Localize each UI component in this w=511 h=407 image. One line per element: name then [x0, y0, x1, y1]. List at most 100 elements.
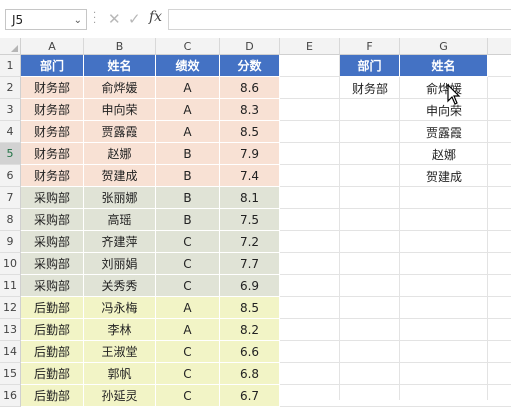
row-header-2[interactable]: 2	[0, 77, 21, 99]
table-grade-cell[interactable]: B	[156, 143, 220, 165]
table-name-cell[interactable]: 冯永梅	[84, 297, 156, 319]
table-dept-cell[interactable]: 财务部	[21, 165, 84, 187]
row-header-3[interactable]: 3	[0, 99, 21, 121]
cancel-icon[interactable]: ✕	[108, 10, 121, 28]
table-dept-cell[interactable]: 后勤部	[21, 363, 84, 385]
table-score-cell[interactable]: 7.7	[220, 253, 280, 275]
table-name-cell[interactable]: 关秀秀	[84, 275, 156, 297]
result-dept-cell[interactable]: 财务部	[340, 77, 400, 99]
row-header-16[interactable]: 16	[0, 385, 21, 407]
row-header-15[interactable]: 15	[0, 363, 21, 385]
table-dept-cell[interactable]: 采购部	[21, 275, 84, 297]
table-dept-cell[interactable]: 财务部	[21, 143, 84, 165]
table-grade-cell[interactable]: A	[156, 297, 220, 319]
table-score-cell[interactable]: 7.5	[220, 209, 280, 231]
table-grade-cell[interactable]: C	[156, 341, 220, 363]
column-header-b[interactable]: B	[84, 38, 156, 55]
row-header-9[interactable]: 9	[0, 231, 21, 253]
table-name-cell[interactable]: 赵娜	[84, 143, 156, 165]
result-name-cell[interactable]: 贾露霞	[400, 121, 488, 143]
table-grade-cell[interactable]: B	[156, 165, 220, 187]
result-header-name[interactable]: 姓名	[400, 55, 488, 77]
table-dept-cell[interactable]: 采购部	[21, 253, 84, 275]
row-header-12[interactable]: 12	[0, 297, 21, 319]
table-score-cell[interactable]: 7.9	[220, 143, 280, 165]
table-score-cell[interactable]: 7.2	[220, 231, 280, 253]
table-dept-cell[interactable]: 采购部	[21, 187, 84, 209]
row-header-13[interactable]: 13	[0, 319, 21, 341]
table-score-cell[interactable]: 7.4	[220, 165, 280, 187]
drag-handle-icon[interactable]: · · ·	[93, 9, 97, 29]
table-grade-cell[interactable]: A	[156, 99, 220, 121]
table-grade-cell[interactable]: A	[156, 121, 220, 143]
table-name-cell[interactable]: 贾露霞	[84, 121, 156, 143]
name-box[interactable]: J5 ⌄	[5, 9, 87, 30]
table-header-name[interactable]: 姓名	[84, 55, 156, 77]
table-grade-cell[interactable]: C	[156, 363, 220, 385]
row-header-4[interactable]: 4	[0, 121, 21, 143]
table-grade-cell[interactable]: C	[156, 275, 220, 297]
row-header-5[interactable]: 5	[0, 143, 21, 165]
table-grade-cell[interactable]: A	[156, 319, 220, 341]
table-name-cell[interactable]: 刘丽娟	[84, 253, 156, 275]
table-score-cell[interactable]: 6.7	[220, 385, 280, 407]
table-dept-cell[interactable]: 后勤部	[21, 297, 84, 319]
result-name-cell[interactable]: 贺建成	[400, 165, 488, 187]
column-header-d[interactable]: D	[220, 38, 280, 55]
table-name-cell[interactable]: 张丽娜	[84, 187, 156, 209]
table-dept-cell[interactable]: 后勤部	[21, 385, 84, 407]
table-header-score[interactable]: 分数	[220, 55, 280, 77]
table-dept-cell[interactable]: 财务部	[21, 99, 84, 121]
row-header-7[interactable]: 7	[0, 187, 21, 209]
row-header-8[interactable]: 8	[0, 209, 21, 231]
table-dept-cell[interactable]: 采购部	[21, 209, 84, 231]
table-header-grade[interactable]: 绩效	[156, 55, 220, 77]
table-dept-cell[interactable]: 后勤部	[21, 341, 84, 363]
confirm-icon[interactable]: ✓	[128, 10, 141, 28]
table-grade-cell[interactable]: C	[156, 385, 220, 407]
table-name-cell[interactable]: 高瑶	[84, 209, 156, 231]
table-dept-cell[interactable]: 财务部	[21, 77, 84, 99]
column-header-g[interactable]: G	[400, 38, 488, 55]
column-header-e[interactable]: E	[280, 38, 340, 55]
table-score-cell[interactable]: 6.8	[220, 363, 280, 385]
table-name-cell[interactable]: 申向荣	[84, 99, 156, 121]
table-dept-cell[interactable]: 采购部	[21, 231, 84, 253]
result-name-cell[interactable]: 俞烨媛	[400, 77, 488, 99]
table-grade-cell[interactable]: B	[156, 187, 220, 209]
table-score-cell[interactable]: 6.9	[220, 275, 280, 297]
table-score-cell[interactable]: 8.2	[220, 319, 280, 341]
table-name-cell[interactable]: 李林	[84, 319, 156, 341]
table-score-cell[interactable]: 8.5	[220, 121, 280, 143]
row-header-11[interactable]: 11	[0, 275, 21, 297]
formula-input[interactable]	[168, 9, 511, 30]
row-header-14[interactable]: 14	[0, 341, 21, 363]
chevron-down-icon[interactable]: ⌄	[74, 10, 82, 31]
result-header-dept[interactable]: 部门	[340, 55, 400, 77]
column-header-f[interactable]: F	[340, 38, 400, 55]
select-all-button[interactable]	[0, 38, 21, 55]
row-header-10[interactable]: 10	[0, 253, 21, 275]
table-name-cell[interactable]: 贺建成	[84, 165, 156, 187]
table-score-cell[interactable]: 8.1	[220, 187, 280, 209]
column-header-h[interactable]	[488, 38, 511, 55]
table-score-cell[interactable]: 8.3	[220, 99, 280, 121]
table-score-cell[interactable]: 6.6	[220, 341, 280, 363]
table-score-cell[interactable]: 8.6	[220, 77, 280, 99]
table-grade-cell[interactable]: B	[156, 209, 220, 231]
table-dept-cell[interactable]: 财务部	[21, 121, 84, 143]
table-name-cell[interactable]: 王淑堂	[84, 341, 156, 363]
table-name-cell[interactable]: 俞烨媛	[84, 77, 156, 99]
column-header-c[interactable]: C	[156, 38, 220, 55]
table-header-dept[interactable]: 部门	[21, 55, 84, 77]
table-grade-cell[interactable]: C	[156, 231, 220, 253]
table-name-cell[interactable]: 齐建萍	[84, 231, 156, 253]
row-header-1[interactable]: 1	[0, 55, 21, 77]
result-name-cell[interactable]: 赵娜	[400, 143, 488, 165]
insert-function-button[interactable]: fx	[149, 9, 162, 25]
table-name-cell[interactable]: 郭帆	[84, 363, 156, 385]
table-score-cell[interactable]: 8.5	[220, 297, 280, 319]
row-header-6[interactable]: 6	[0, 165, 21, 187]
column-header-a[interactable]: A	[21, 38, 84, 55]
table-dept-cell[interactable]: 后勤部	[21, 319, 84, 341]
